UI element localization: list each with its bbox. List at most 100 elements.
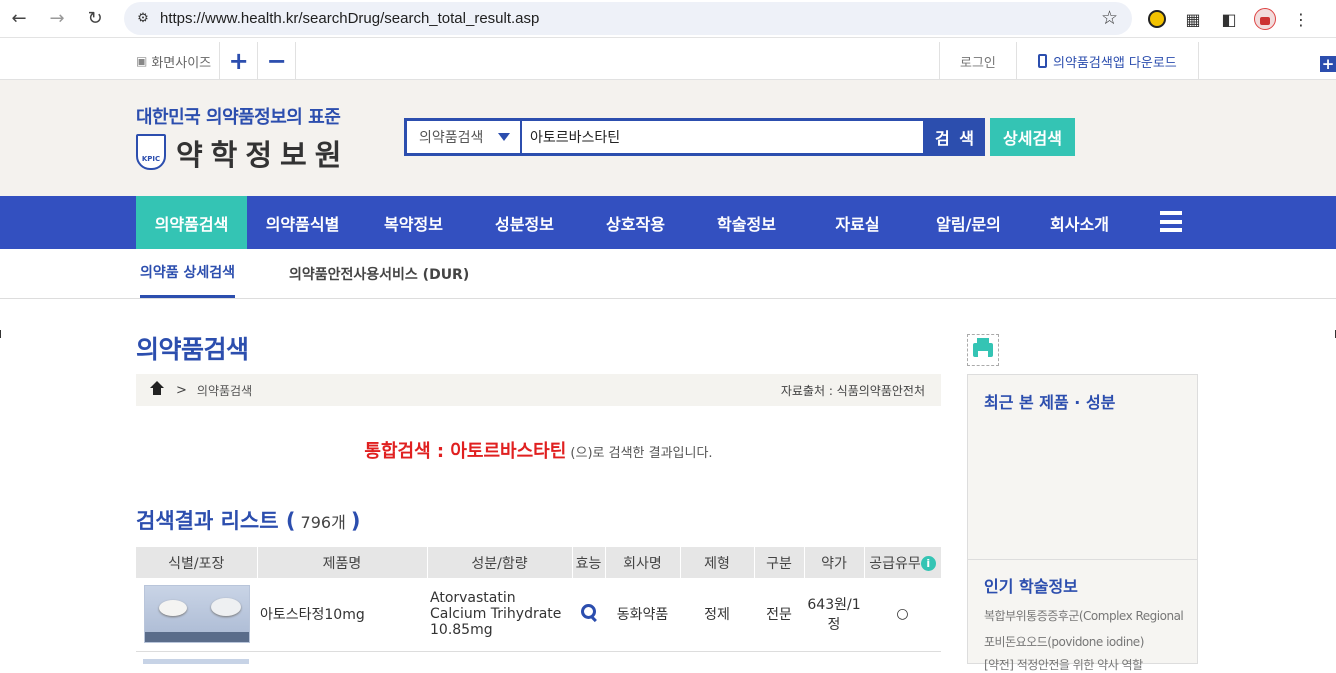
address-bar[interactable]: ⚙ https://www.health.kr/searchDrug/searc…: [124, 2, 1132, 35]
menu-dots-icon[interactable]: ⋮: [1290, 8, 1312, 30]
search-input[interactable]: [520, 118, 926, 156]
table-header-row: 식별/포장 제품명 성분/함량 효능 회사명 제형 구분 약가 공급유무 i: [136, 547, 942, 578]
data-source: 자료출처 : 식품의약품안전처: [780, 383, 925, 398]
col-header-form[interactable]: 제형: [680, 547, 755, 578]
printer-icon: [973, 338, 993, 357]
logo-slogan[interactable]: 대한민국 의약품정보의 표준: [136, 103, 341, 129]
nav-item-notice-inquiry[interactable]: 알림/문의: [913, 196, 1024, 249]
extension-badge-icon[interactable]: [1146, 8, 1168, 30]
zoom-in-button[interactable]: +: [220, 42, 259, 80]
forward-arrow-icon[interactable]: →: [38, 0, 76, 38]
nav-item-drug-search[interactable]: 의약품검색: [136, 196, 247, 256]
search-result-summary: 통합검색 : 아토르바스타틴 (으)로 검색한 결과입니다.: [136, 437, 941, 463]
nav-item-interactions[interactable]: 상호작용: [580, 196, 691, 249]
subnav-detail-search[interactable]: 의약품 상세검색: [140, 249, 236, 298]
caret-down-icon: [498, 133, 510, 141]
left-edge-marker: [0, 330, 1, 338]
result-keyword: 통합검색 : 아토르바스타틴: [364, 441, 567, 462]
next-row-pill-image[interactable]: [143, 659, 249, 664]
cell-efficacy[interactable]: [572, 578, 605, 652]
result-list-title: 검색결과 리스트 ( 796개 ): [136, 505, 361, 535]
breadcrumb-current[interactable]: 의약품검색: [197, 382, 252, 399]
back-arrow-icon[interactable]: ←: [0, 0, 38, 38]
search-category-select[interactable]: 의약품검색: [404, 118, 520, 156]
col-header-price[interactable]: 약가: [804, 547, 865, 578]
screen-size-label: 화면사이즈: [151, 55, 212, 71]
breadcrumb-separator: >: [176, 382, 187, 398]
home-icon[interactable]: [150, 381, 164, 396]
col-header-supply[interactable]: 공급유무 i: [864, 547, 942, 578]
detail-search-button[interactable]: 상세검색: [990, 118, 1075, 156]
main-navigation: 의약품검색 의약품식별 복약정보 성분정보 상호작용 학술정보 자료실 알림/문…: [0, 196, 1336, 256]
popular-item[interactable]: 포비돈요오드(povidone iodine): [984, 633, 1184, 650]
cell-category: 전문: [754, 578, 804, 652]
logo-emblem-text: KPIC: [141, 155, 161, 163]
app-download-label: 의약품검색앱 다운로드: [1053, 55, 1177, 71]
logo-name[interactable]: 약학정보원: [176, 132, 349, 174]
nav-item-ingredient-info[interactable]: 성분정보: [469, 196, 580, 249]
app-download-link[interactable]: 의약품검색앱 다운로드: [1017, 42, 1199, 80]
profile-avatar-icon[interactable]: [1254, 8, 1276, 30]
result-suffix: (으)로 검색한 결과입니다.: [566, 446, 713, 461]
monitor-icon: ▣: [136, 54, 148, 68]
page-title: 의약품검색: [136, 335, 249, 364]
cell-price: 643원/1정: [804, 578, 864, 652]
recent-viewed-title: 최근 본 제품 · 성분: [984, 393, 1116, 412]
col-header-category[interactable]: 구분: [754, 547, 805, 578]
cell-company: 동화약품: [605, 578, 680, 652]
result-table: 식별/포장 제품명 성분/함량 효능 회사명 제형 구분 약가 공급유무 i 아토…: [136, 547, 942, 652]
search-form: 의약품검색 검 색 상세검색: [404, 118, 1075, 156]
pill-image[interactable]: [143, 585, 250, 644]
nav-item-academic-info[interactable]: 학술정보: [691, 196, 802, 249]
popular-academic-title: 인기 학술정보: [984, 577, 1078, 596]
cell-pill-image[interactable]: [136, 578, 257, 652]
browser-toolbar: ← → ↻ ⚙ https://www.health.kr/searchDrug…: [0, 0, 1336, 38]
bookmark-star-icon[interactable]: ☆: [1101, 7, 1118, 29]
col-header-supply-label: 공급유무: [869, 555, 921, 572]
breadcrumb: > 의약품검색 자료출처 : 식품의약품안전처: [136, 374, 941, 406]
zoom-out-button[interactable]: −: [258, 42, 297, 80]
login-link[interactable]: 로그인: [939, 42, 1017, 80]
site-header: 대한민국 의약품정보의 표준 KPIC 약학정보원 의약품검색 검 색 상세검색: [0, 80, 1336, 196]
hamburger-menu-icon[interactable]: [1160, 211, 1182, 232]
info-icon[interactable]: i: [920, 555, 936, 571]
magnifier-icon[interactable]: [580, 604, 597, 620]
nav-item-company[interactable]: 회사소개: [1024, 196, 1135, 249]
search-category-value: 의약품검색: [419, 130, 484, 146]
print-button[interactable]: [967, 334, 999, 366]
cell-ingredient: Atorvastatin Calcium Trihydrate 10.85mg: [427, 578, 572, 652]
col-header-ingredient[interactable]: 성분/함량: [427, 547, 573, 578]
browser-extensions: ▦ ◧ ⋮: [1146, 0, 1312, 38]
result-list-close: ): [350, 509, 361, 533]
utility-bar: ▣ 화면사이즈 + − 로그인 의약품검색앱 다운로드: [0, 42, 1336, 80]
col-header-product[interactable]: 제품명: [257, 547, 428, 578]
col-header-id-package[interactable]: 식별/포장: [136, 547, 258, 578]
popular-item[interactable]: [약전] 적정안전을 위한 약사 역할: [984, 656, 1184, 673]
reload-icon[interactable]: ↻: [76, 0, 114, 38]
side-panel-icon[interactable]: ◧: [1218, 8, 1240, 30]
col-header-efficacy[interactable]: 효능: [572, 547, 606, 578]
nav-item-drug-identification[interactable]: 의약품식별: [247, 196, 358, 249]
subnav-dur-service[interactable]: 의약품안전사용서비스 (DUR): [289, 249, 469, 298]
site-settings-icon[interactable]: ⚙: [126, 2, 160, 35]
result-list-label: 검색결과 리스트 (: [136, 509, 296, 533]
side-expand-button[interactable]: +: [1320, 55, 1336, 73]
phone-icon: [1038, 54, 1048, 68]
col-header-company[interactable]: 회사명: [605, 547, 681, 578]
nav-item-medication-info[interactable]: 복약정보: [358, 196, 469, 249]
pill-image-caption: [144, 632, 249, 643]
popular-item[interactable]: 복합부위통증증후군(Complex Regional Pain Syndrome…: [984, 607, 1184, 624]
result-count: 796개: [295, 513, 351, 532]
puzzle-extensions-icon[interactable]: ▦: [1182, 8, 1204, 30]
table-row[interactable]: 아토스타정10mg Atorvastatin Calcium Trihydrat…: [136, 578, 941, 652]
sidebar-panel: 최근 본 제품 · 성분 인기 학술정보 복합부위통증증후군(Complex R…: [967, 374, 1198, 672]
cell-form: 정제: [680, 578, 754, 652]
sub-navigation: 의약품 상세검색 의약품안전사용서비스 (DUR): [0, 249, 1336, 299]
search-button[interactable]: 검 색: [926, 118, 985, 156]
cell-product[interactable]: 아토스타정10mg: [257, 578, 427, 652]
logo-emblem-icon[interactable]: KPIC: [136, 134, 166, 170]
sidebar-divider: [968, 559, 1197, 560]
nav-item-resources[interactable]: 자료실: [802, 196, 913, 249]
url-text[interactable]: https://www.health.kr/searchDrug/search_…: [160, 10, 539, 27]
cell-supply: ○: [864, 578, 941, 652]
